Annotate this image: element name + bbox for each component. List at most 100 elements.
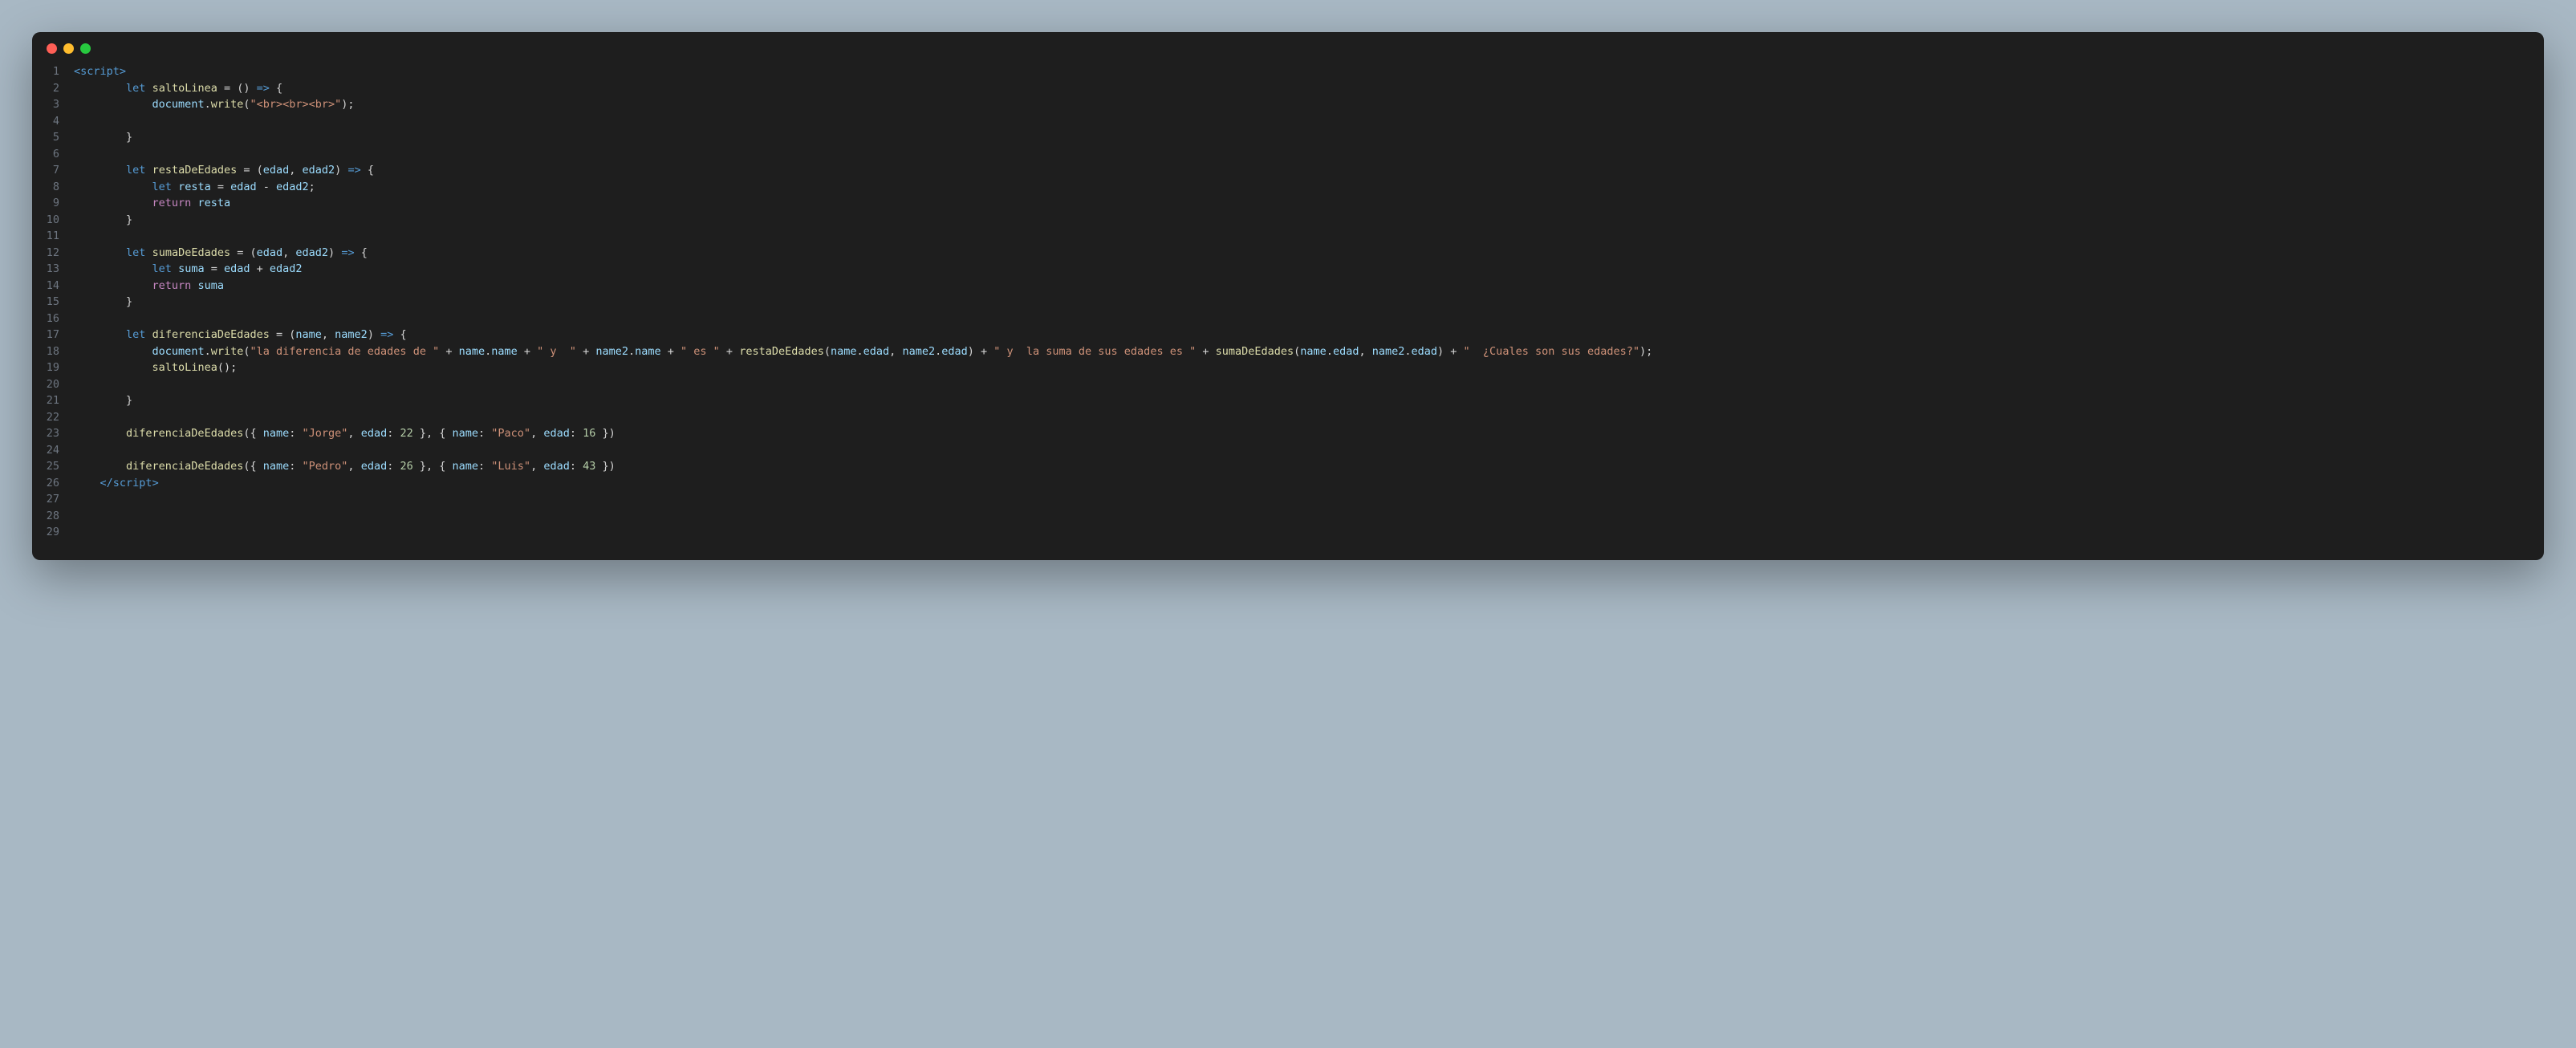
token-punct xyxy=(145,82,152,95)
token-keyword: => xyxy=(341,246,354,259)
token-fn: saltoLinea xyxy=(152,361,217,374)
token-punct: : xyxy=(478,460,491,473)
token-punct xyxy=(74,361,152,374)
token-prop: name xyxy=(453,427,479,440)
code-line[interactable] xyxy=(74,311,2528,327)
token-num: 26 xyxy=(400,460,412,473)
code-line[interactable] xyxy=(74,113,2528,130)
token-punct xyxy=(74,262,152,275)
token-punct: , xyxy=(347,460,360,473)
token-punct: ( xyxy=(243,98,250,111)
token-punct: . xyxy=(935,345,941,358)
token-punct: + xyxy=(250,262,270,275)
code-line[interactable]: return resta xyxy=(74,195,2528,212)
token-punct: . xyxy=(205,345,211,358)
token-fn: restaDeEdades xyxy=(152,164,238,177)
token-punct: : xyxy=(478,427,491,440)
code-line[interactable]: saltoLinea(); xyxy=(74,359,2528,376)
token-punct: : xyxy=(289,460,302,473)
token-punct: , xyxy=(282,246,295,259)
code-line[interactable]: <script> xyxy=(74,63,2528,80)
token-prop: edad xyxy=(543,460,570,473)
token-ident: edad xyxy=(257,246,283,259)
code-line[interactable]: let diferenciaDeEdades = (name, name2) =… xyxy=(74,327,2528,343)
line-number-gutter: 1234567891011121314151617181920212223242… xyxy=(32,63,74,541)
token-fn: diferenciaDeEdades xyxy=(126,460,243,473)
token-punct: { xyxy=(361,164,374,177)
token-punct: ( xyxy=(243,345,250,358)
line-number: 5 xyxy=(43,129,59,146)
code-line[interactable]: document.write("<br><br><br>"); xyxy=(74,96,2528,113)
token-punct xyxy=(74,328,126,341)
code-line[interactable]: let saltoLinea = () => { xyxy=(74,80,2528,97)
code-editor[interactable]: 1234567891011121314151617181920212223242… xyxy=(32,59,2544,560)
token-keyword2: return xyxy=(152,279,192,292)
token-punct: = xyxy=(211,181,230,193)
code-content[interactable]: <script> let saltoLinea = () => { docume… xyxy=(74,63,2544,541)
code-line[interactable] xyxy=(74,508,2528,525)
code-line[interactable]: } xyxy=(74,392,2528,409)
token-punct: : xyxy=(387,460,400,473)
token-num: 43 xyxy=(583,460,595,473)
token-ident: edad2 xyxy=(303,164,335,177)
token-ident: edad xyxy=(224,262,250,275)
token-fn: write xyxy=(211,98,244,111)
token-punct: ); xyxy=(341,98,354,111)
code-line[interactable]: } xyxy=(74,212,2528,229)
code-line[interactable] xyxy=(74,228,2528,245)
token-punct: = xyxy=(205,262,224,275)
code-line[interactable] xyxy=(74,442,2528,459)
token-keyword: => xyxy=(257,82,270,95)
token-punct: { xyxy=(355,246,368,259)
token-ident: suma xyxy=(178,262,205,275)
token-prop: edad xyxy=(1412,345,1438,358)
code-line[interactable]: let suma = edad + edad2 xyxy=(74,261,2528,278)
token-ident: name xyxy=(459,345,486,358)
code-line[interactable]: let sumaDeEdades = (edad, edad2) => { xyxy=(74,245,2528,262)
code-line[interactable] xyxy=(74,146,2528,163)
line-number: 13 xyxy=(43,261,59,278)
code-line[interactable]: </script> xyxy=(74,475,2528,492)
code-line[interactable]: diferenciaDeEdades({ name: "Pedro", edad… xyxy=(74,458,2528,475)
code-line[interactable]: } xyxy=(74,294,2528,311)
token-tag: script xyxy=(80,65,120,78)
code-window: 1234567891011121314151617181920212223242… xyxy=(32,32,2544,560)
line-number: 3 xyxy=(43,96,59,113)
line-number: 2 xyxy=(43,80,59,97)
code-line[interactable]: let resta = edad - edad2; xyxy=(74,179,2528,196)
line-number: 25 xyxy=(43,458,59,475)
code-line[interactable]: let restaDeEdades = (edad, edad2) => { xyxy=(74,162,2528,179)
code-line[interactable] xyxy=(74,409,2528,426)
close-icon[interactable] xyxy=(47,43,57,54)
token-ident: name xyxy=(831,345,857,358)
token-punct: { xyxy=(393,328,406,341)
token-tag: > xyxy=(120,65,126,78)
code-line[interactable] xyxy=(74,376,2528,393)
token-ident: edad xyxy=(230,181,257,193)
token-punct: ); xyxy=(1639,345,1652,358)
token-keyword: let xyxy=(126,328,145,341)
token-punct: } xyxy=(74,394,132,407)
token-fn: restaDeEdades xyxy=(739,345,824,358)
token-punct: } xyxy=(74,295,132,308)
code-line[interactable]: diferenciaDeEdades({ name: "Jorge", edad… xyxy=(74,425,2528,442)
token-punct: . xyxy=(205,98,211,111)
code-line[interactable]: document.write("la diferencia de edades … xyxy=(74,343,2528,360)
line-number: 29 xyxy=(43,524,59,541)
token-punct xyxy=(74,477,100,489)
token-punct: , xyxy=(530,427,543,440)
maximize-icon[interactable] xyxy=(80,43,91,54)
token-punct xyxy=(172,181,178,193)
token-ident: edad2 xyxy=(295,246,328,259)
code-line[interactable]: } xyxy=(74,129,2528,146)
code-line[interactable] xyxy=(74,524,2528,541)
code-line[interactable] xyxy=(74,491,2528,508)
minimize-icon[interactable] xyxy=(63,43,74,54)
token-punct: ) xyxy=(368,328,380,341)
code-line[interactable]: return suma xyxy=(74,278,2528,294)
token-prop: edad xyxy=(543,427,570,440)
token-ident: document xyxy=(152,98,205,111)
token-punct xyxy=(74,279,152,292)
token-prop: name xyxy=(263,427,290,440)
token-punct: , xyxy=(347,427,360,440)
